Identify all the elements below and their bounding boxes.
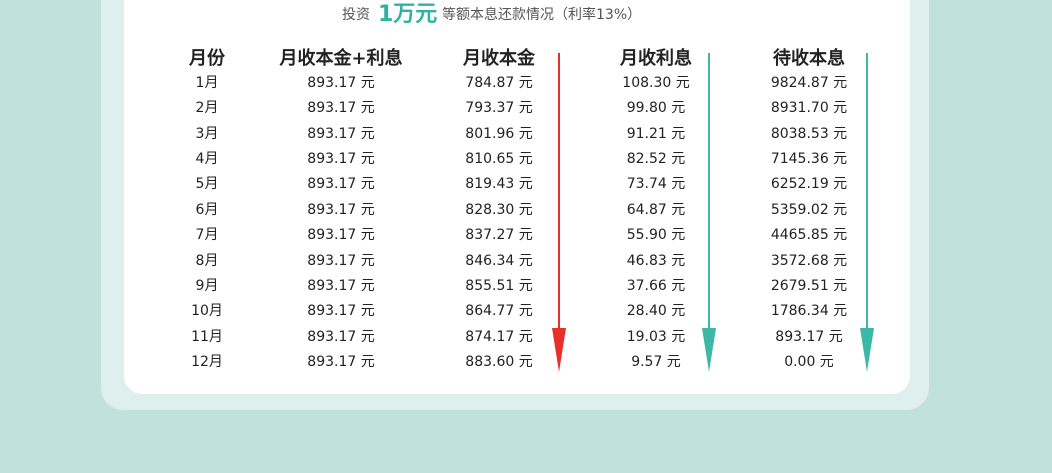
header-month: 月份 <box>189 48 225 69</box>
cell-principal: 810.65 元 <box>465 151 533 168</box>
cell-total: 893.17 元 <box>307 125 375 142</box>
header-remaining: 待收本息 <box>773 48 845 69</box>
cell-total: 893.17 元 <box>307 176 375 193</box>
cell-month: 5月 <box>195 176 219 193</box>
cell-principal: 837.27 元 <box>465 227 533 244</box>
cell-principal: 883.60 元 <box>465 353 533 370</box>
cell-month: 3月 <box>195 125 219 142</box>
header-interest: 月收利息 <box>620 48 692 69</box>
cell-month: 6月 <box>195 201 219 218</box>
header-total: 月收本金+利息 <box>279 48 403 69</box>
cell-total: 893.17 元 <box>307 252 375 269</box>
subtitle-suffix: 等额本息还款情况（利率13%） <box>442 7 642 23</box>
cell-principal: 855.51 元 <box>465 277 533 294</box>
cell-remaining: 8038.53 元 <box>770 125 848 142</box>
cell-principal: 828.30 元 <box>465 201 533 218</box>
cell-month: 4月 <box>195 151 219 168</box>
cell-month: 11月 <box>191 328 223 345</box>
cell-interest: 91.21 元 <box>626 125 686 142</box>
cell-principal: 846.34 元 <box>465 252 533 269</box>
cell-total: 893.17 元 <box>307 100 375 117</box>
cell-principal: 801.96 元 <box>465 125 533 142</box>
cell-remaining: 3572.68 元 <box>770 252 848 269</box>
cell-interest: 55.90 元 <box>626 227 686 244</box>
cell-interest: 9.57 元 <box>631 353 681 370</box>
cell-month: 10月 <box>191 303 223 320</box>
cell-month: 7月 <box>195 227 219 244</box>
cell-principal: 819.43 元 <box>465 176 533 193</box>
cell-remaining: 1786.34 元 <box>770 303 848 320</box>
cell-principal: 793.37 元 <box>465 100 533 117</box>
cell-total: 893.17 元 <box>307 151 375 168</box>
cell-remaining: 0.00 元 <box>784 353 834 370</box>
cell-total: 893.17 元 <box>307 277 375 294</box>
subtitle: 投资 1万元 等额本息还款情况（利率13%） <box>0 0 1000 28</box>
principal-trend-arrow <box>552 53 566 372</box>
cell-month: 1月 <box>195 75 219 91</box>
cell-total: 893.17 元 <box>307 353 375 370</box>
header-principal: 月收本金 <box>463 48 535 69</box>
subtitle-amount: 1万元 <box>378 2 438 27</box>
cell-interest: 28.40 元 <box>626 303 686 320</box>
cell-total: 893.17 元 <box>307 75 375 91</box>
cell-remaining: 5359.02 元 <box>770 201 848 218</box>
interest-trend-arrow <box>702 53 716 372</box>
cell-month: 2月 <box>195 100 219 117</box>
cell-interest: 64.87 元 <box>626 201 686 218</box>
cell-principal: 864.77 元 <box>465 303 533 320</box>
cell-total: 893.17 元 <box>307 303 375 320</box>
cell-month: 8月 <box>195 252 219 269</box>
subtitle-prefix: 投资 <box>342 7 370 23</box>
cell-interest: 19.03 元 <box>626 328 686 345</box>
cell-remaining: 6252.19 元 <box>770 176 848 193</box>
cell-interest: 82.52 元 <box>626 151 686 168</box>
cell-interest: 108.30 元 <box>622 75 690 91</box>
cell-remaining: 893.17 元 <box>775 328 843 345</box>
cell-total: 893.17 元 <box>307 328 375 345</box>
remaining-trend-arrow <box>860 53 874 372</box>
cell-month: 9月 <box>195 277 219 294</box>
cell-total: 893.17 元 <box>307 227 375 244</box>
cell-remaining: 8931.70 元 <box>770 100 848 117</box>
cell-total: 893.17 元 <box>307 201 375 218</box>
cell-principal: 874.17 元 <box>465 328 533 345</box>
cell-interest: 46.83 元 <box>626 252 686 269</box>
cell-remaining: 2679.51 元 <box>770 277 848 294</box>
cell-interest: 99.80 元 <box>626 100 686 117</box>
cell-remaining: 9824.87 元 <box>770 75 848 91</box>
cell-month: 12月 <box>191 353 223 370</box>
cell-remaining: 7145.36 元 <box>770 151 848 168</box>
cell-principal: 784.87 元 <box>465 75 533 91</box>
cell-interest: 37.66 元 <box>626 277 686 294</box>
cell-remaining: 4465.85 元 <box>770 227 848 244</box>
cell-interest: 73.74 元 <box>626 176 686 193</box>
